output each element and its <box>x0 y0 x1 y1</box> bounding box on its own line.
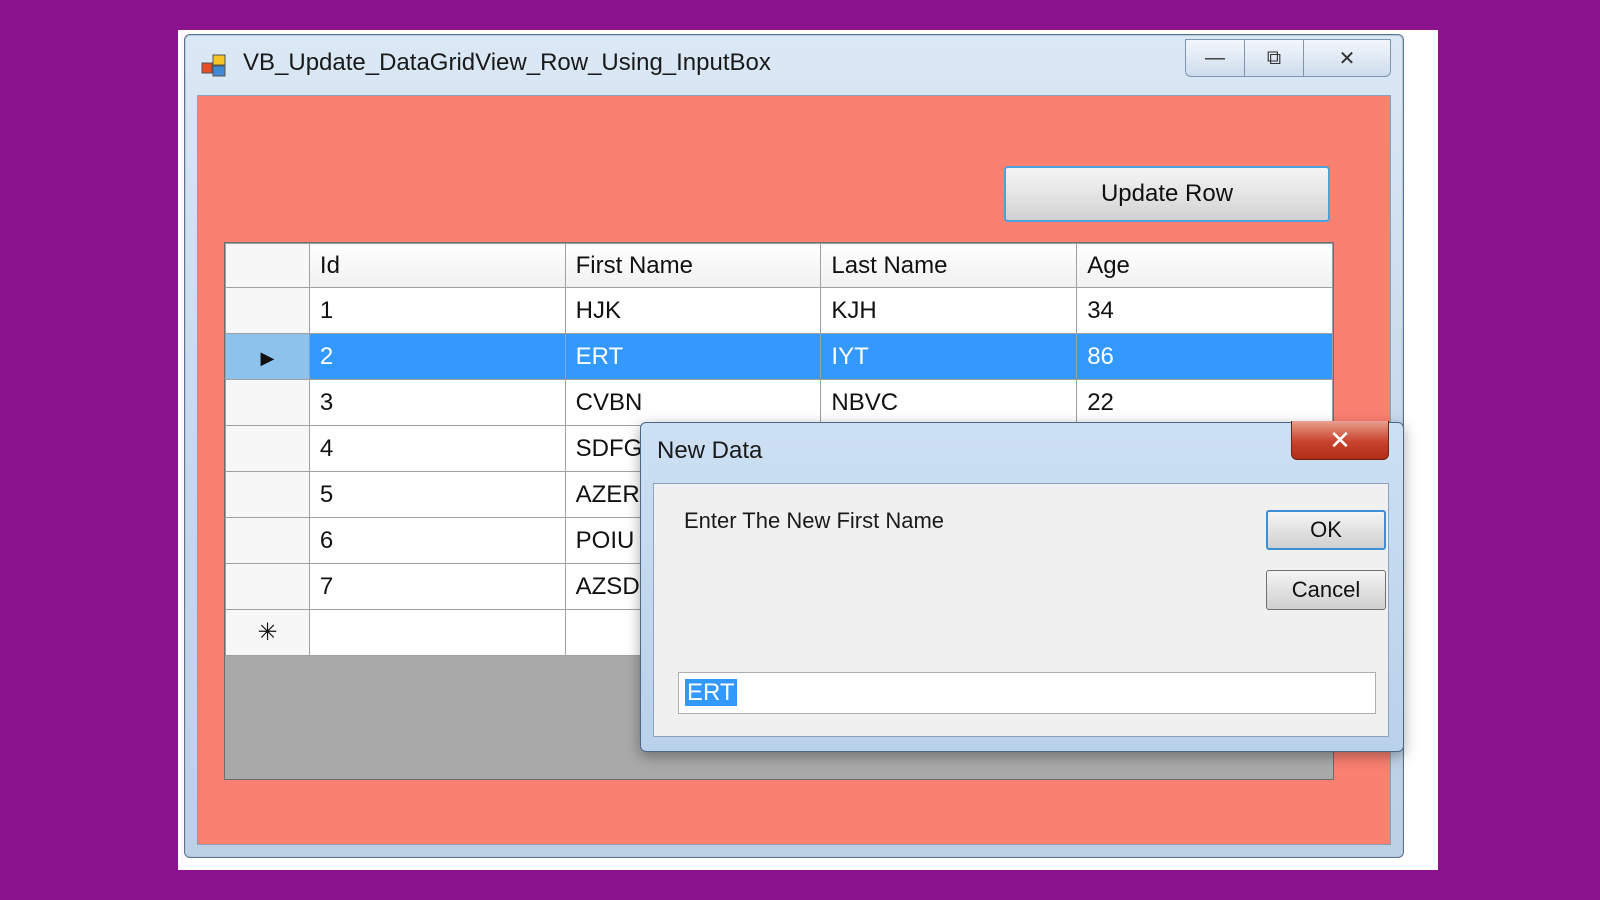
cell-id[interactable]: 6 <box>308 517 566 564</box>
cell-id[interactable]: 7 <box>308 563 566 610</box>
cell-last-name[interactable]: IYT <box>820 333 1078 380</box>
column-header-first-name[interactable]: First Name <box>564 243 822 288</box>
column-header-id[interactable]: Id <box>308 243 566 288</box>
background-frame-right <box>1438 0 1600 900</box>
minimize-icon: — <box>1205 46 1225 69</box>
close-icon: ✕ <box>1329 424 1351 455</box>
cell-id[interactable]: 4 <box>308 425 566 472</box>
input-selected-text: ERT <box>685 679 737 706</box>
column-header-last-name[interactable]: Last Name <box>820 243 1078 288</box>
close-button[interactable]: ✕ <box>1303 39 1391 77</box>
grid-corner-cell[interactable] <box>225 243 310 288</box>
cell-age[interactable]: 34 <box>1076 287 1333 334</box>
window-controls: — ⧉ ✕ <box>1185 39 1391 77</box>
dialog-prompt: Enter The New First Name <box>684 508 945 533</box>
cancel-button[interactable]: Cancel <box>1266 570 1386 610</box>
row-header[interactable]: ▶ <box>225 333 310 380</box>
column-header-age[interactable]: Age <box>1076 243 1333 288</box>
cell-id[interactable]: 3 <box>308 379 566 426</box>
grid-header-row: Id First Name Last Name Age <box>225 243 1333 288</box>
minimize-button[interactable]: — <box>1185 39 1244 77</box>
input-box-dialog: New Data ✕ Enter The New First Name OK C… <box>640 421 1404 752</box>
cell-id[interactable]: 1 <box>308 287 566 334</box>
row-header[interactable] <box>225 563 310 610</box>
cell-age[interactable]: 86 <box>1076 333 1333 380</box>
table-row[interactable]: 3 CVBN NBVC 22 <box>225 379 1333 426</box>
background-frame-left <box>0 0 178 900</box>
maximize-icon: ⧉ <box>1266 46 1282 69</box>
background-frame-bottom <box>0 870 1600 900</box>
new-value-input[interactable]: ERT <box>678 672 1376 714</box>
app-icon <box>201 54 226 77</box>
cell-last-name[interactable]: KJH <box>820 287 1078 334</box>
update-row-button[interactable]: Update Row <box>1004 166 1330 222</box>
dialog-close-button[interactable]: ✕ <box>1291 421 1389 460</box>
dialog-body: Enter The New First Name OK Cancel ERT <box>653 483 1389 737</box>
table-row[interactable]: 1 HJK KJH 34 <box>225 287 1333 334</box>
maximize-button[interactable]: ⧉ <box>1244 39 1303 77</box>
window-title: VB_Update_DataGridView_Row_Using_InputBo… <box>243 49 771 76</box>
dialog-title: New Data <box>657 437 763 464</box>
cell-age[interactable]: 22 <box>1076 379 1333 426</box>
row-header[interactable] <box>225 471 310 518</box>
cell-id[interactable]: 5 <box>308 471 566 518</box>
background-frame-top <box>0 0 1600 30</box>
window-titlebar[interactable]: VB_Update_DataGridView_Row_Using_InputBo… <box>185 35 1403 93</box>
row-header[interactable] <box>225 425 310 472</box>
row-header[interactable] <box>225 287 310 334</box>
new-row-asterisk-icon: ✳ <box>257 619 278 646</box>
cell-first-name[interactable]: HJK <box>564 287 822 334</box>
cell-id[interactable] <box>308 609 566 656</box>
cell-last-name[interactable]: NBVC <box>820 379 1078 426</box>
cell-first-name[interactable]: ERT <box>564 333 822 380</box>
cell-id[interactable]: 2 <box>308 333 566 380</box>
row-header[interactable] <box>225 379 310 426</box>
table-row-selected[interactable]: ▶ 2 ERT IYT 86 <box>225 333 1333 380</box>
row-header[interactable]: ✳ <box>225 609 310 656</box>
close-icon: ✕ <box>1338 47 1356 70</box>
ok-button[interactable]: OK <box>1266 510 1386 550</box>
current-row-arrow-icon: ▶ <box>260 347 275 368</box>
row-header[interactable] <box>225 517 310 564</box>
cell-first-name[interactable]: CVBN <box>564 379 822 426</box>
